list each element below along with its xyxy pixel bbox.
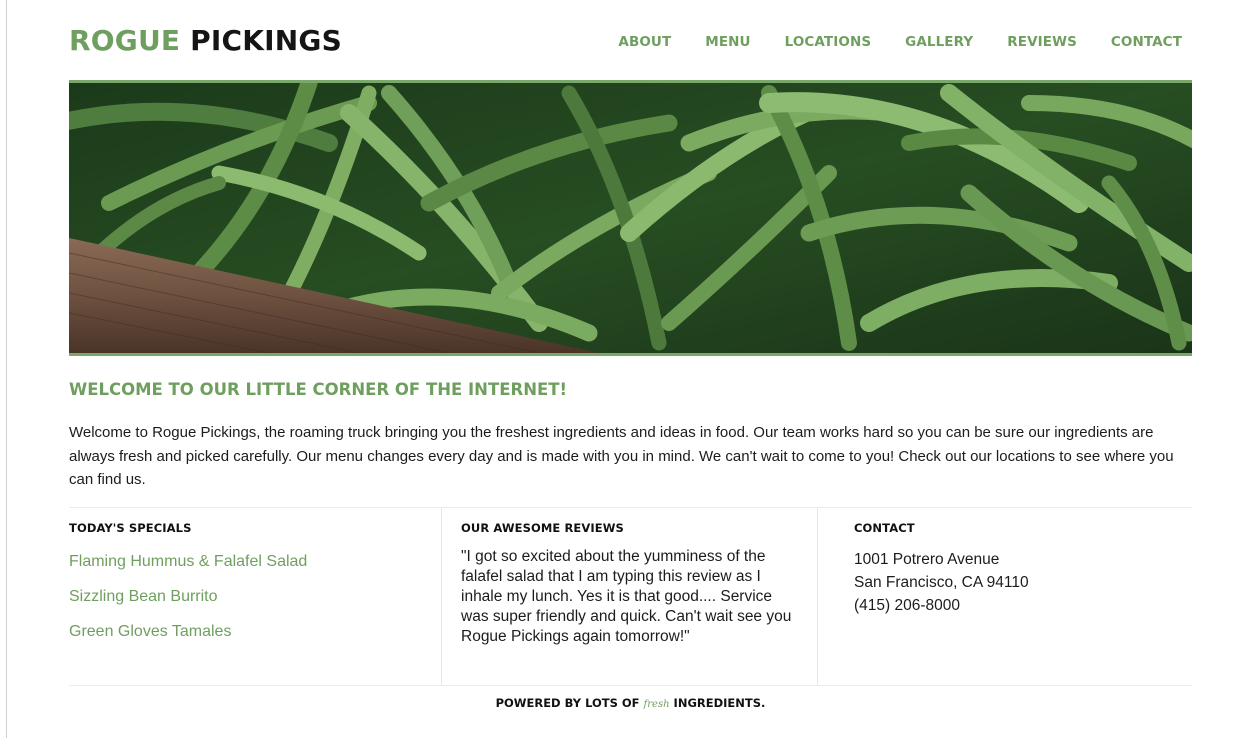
hero-image-green-beans: [69, 80, 1192, 356]
footer-prefix: POWERED BY LOTS OF: [495, 696, 640, 710]
reviews-column: OUR AWESOME REVIEWS "I got so excited ab…: [442, 508, 818, 685]
special-item[interactable]: Green Gloves Tamales: [69, 623, 441, 641]
main-nav: ABOUT MENU LOCATIONS GALLERY REVIEWS CON…: [618, 34, 1182, 50]
specials-heading: TODAY'S SPECIALS: [69, 521, 192, 535]
logo-word-rogue: ROGUE: [69, 24, 181, 57]
specials-column: TODAY'S SPECIALS Flaming Hummus & Falafe…: [69, 508, 442, 685]
welcome-heading: WELCOME TO OUR LITTLE CORNER OF THE INTE…: [69, 380, 568, 399]
footer-suffix: INGREDIENTS.: [673, 696, 766, 710]
footer-fresh-word: fresh: [643, 699, 670, 710]
info-columns: TODAY'S SPECIALS Flaming Hummus & Falafe…: [69, 507, 1192, 686]
site-logo[interactable]: ROGUE PICKINGS: [69, 24, 342, 57]
nav-contact[interactable]: CONTACT: [1111, 34, 1182, 50]
site-footer: POWERED BY LOTS OF fresh INGREDIENTS.: [69, 696, 1192, 710]
reviews-heading: OUR AWESOME REVIEWS: [461, 521, 624, 535]
nav-locations[interactable]: LOCATIONS: [785, 34, 872, 50]
contact-details: 1001 Potrero Avenue San Francisco, CA 94…: [854, 548, 1192, 617]
nav-about[interactable]: ABOUT: [618, 34, 671, 50]
nav-reviews[interactable]: REVIEWS: [1007, 34, 1077, 50]
left-edge-rule: [6, 0, 7, 738]
special-item[interactable]: Sizzling Bean Burrito: [69, 588, 441, 606]
specials-list: Flaming Hummus & Falafel Salad Sizzling …: [69, 553, 441, 641]
contact-address-line1: 1001 Potrero Avenue: [854, 551, 1000, 568]
welcome-paragraph: Welcome to Rogue Pickings, the roaming t…: [69, 424, 1174, 488]
contact-heading: CONTACT: [854, 521, 915, 535]
review-quote: "I got so excited about the yumminess of…: [461, 548, 792, 645]
special-item[interactable]: Flaming Hummus & Falafel Salad: [69, 553, 441, 571]
green-beans-illustration: [69, 83, 1192, 353]
contact-address-line2: San Francisco, CA 94110: [854, 574, 1029, 591]
site-header: ROGUE PICKINGS ABOUT MENU LOCATIONS GALL…: [69, 0, 1192, 80]
nav-gallery[interactable]: GALLERY: [905, 34, 973, 50]
contact-phone: (415) 206-8000: [854, 597, 960, 614]
logo-word-pickings: PICKINGS: [190, 24, 342, 57]
page-wrapper: ROGUE PICKINGS ABOUT MENU LOCATIONS GALL…: [69, 0, 1192, 710]
nav-menu[interactable]: MENU: [705, 34, 750, 50]
contact-column: CONTACT 1001 Potrero Avenue San Francisc…: [818, 508, 1192, 685]
